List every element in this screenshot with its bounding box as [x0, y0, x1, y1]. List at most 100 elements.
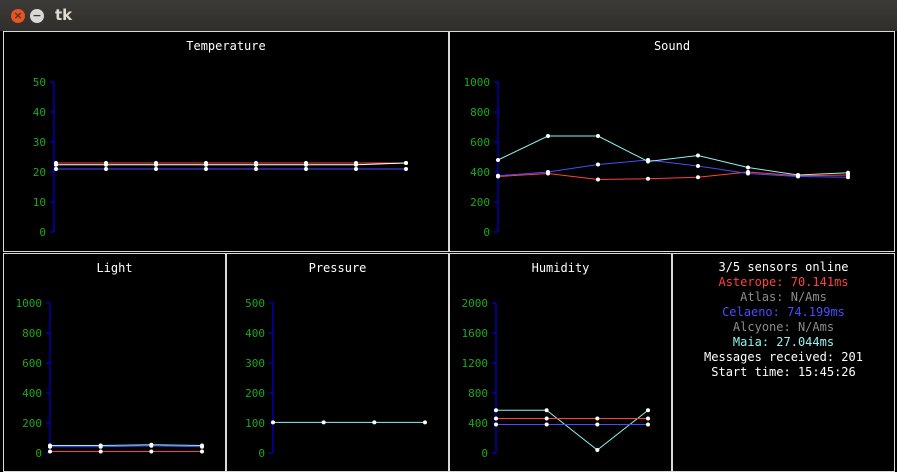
y-tick-label: 0 — [39, 226, 46, 239]
data-point — [104, 167, 108, 171]
data-point — [846, 170, 850, 175]
y-tick-label: 400 — [245, 327, 265, 340]
chart-title: Pressure — [309, 261, 367, 275]
window-titlebar: × − tk — [0, 0, 897, 31]
data-point — [321, 420, 326, 425]
data-point — [596, 134, 600, 138]
series-line-asterope — [497, 171, 849, 181]
data-point — [746, 165, 750, 170]
data-point — [54, 162, 58, 167]
y-tick-label: 500 — [245, 297, 265, 310]
sensor-status-line: Atlas: N/Ams — [740, 290, 827, 304]
y-tick-label: 1000 — [464, 76, 491, 89]
sound-chart: Sound 0 200 400 600 800 1000 — [449, 31, 895, 252]
data-point — [404, 167, 408, 171]
y-tick-label: 1600 — [462, 327, 489, 340]
data-point — [546, 134, 550, 138]
data-point — [104, 162, 108, 167]
sensor-status-line: Asterope: 70.141ms — [718, 275, 849, 289]
data-point — [646, 408, 650, 413]
y-tick-label: 0 — [258, 447, 265, 460]
chart-canvas: Humidity 0 400 800 1200 1600 2000 — [462, 261, 650, 460]
y-tick-label: 800 — [22, 327, 42, 340]
data-point — [796, 173, 800, 177]
data-point — [496, 173, 500, 178]
data-point — [595, 422, 600, 427]
y-tick-label: 200 — [470, 196, 490, 209]
data-point — [494, 416, 498, 421]
data-point — [423, 420, 427, 425]
chart-canvas: Light 0 200 400 600 800 1000 — [16, 261, 204, 460]
series-line-maia — [497, 135, 849, 176]
y-tick-label: 600 — [22, 357, 42, 370]
data-point — [200, 444, 204, 449]
y-tick-label: 1200 — [462, 357, 489, 370]
y-tick-label: 800 — [470, 106, 490, 119]
y-tick-label: 0 — [483, 226, 490, 239]
data-point — [496, 158, 500, 162]
y-tick-label: 50 — [33, 76, 46, 89]
data-point — [646, 159, 650, 164]
data-point — [149, 449, 154, 454]
sensor-list: Asterope: 70.141ms Atlas: N/Ams Celaeno: 7… — [673, 275, 894, 350]
y-tick-label: 400 — [468, 417, 488, 430]
data-point — [544, 416, 549, 421]
data-point — [200, 449, 204, 454]
y-tick-label: 200 — [245, 387, 265, 400]
series-line-maia — [496, 409, 649, 451]
y-tick-label: 10 — [33, 196, 46, 209]
humidity-chart: Humidity 0 400 800 1200 1600 2000 — [449, 253, 672, 472]
sensor-status-panel: 3/5 sensors online Asterope: 70.141ms Atl… — [672, 253, 895, 472]
data-point — [696, 164, 700, 168]
data-point — [204, 167, 208, 171]
data-point — [646, 176, 650, 181]
chart-canvas: Sound 0 200 400 600 800 1000 — [464, 39, 850, 239]
data-point — [354, 162, 358, 167]
data-point — [48, 444, 52, 449]
data-point — [149, 443, 154, 448]
data-point — [154, 167, 158, 171]
data-point — [595, 448, 600, 452]
chart-canvas: Pressure 0 100 200 300 400 500 — [245, 261, 427, 460]
data-point — [372, 420, 377, 425]
y-tick-label: 0 — [481, 447, 488, 460]
chart-title: Temperature — [186, 39, 265, 53]
data-point — [54, 167, 58, 171]
data-point — [846, 175, 850, 180]
y-tick-label: 0 — [35, 447, 42, 460]
pressure-chart: Pressure 0 100 200 300 400 500 — [226, 253, 449, 472]
data-point — [696, 153, 700, 158]
y-tick-label: 2000 — [462, 297, 489, 310]
y-tick-label: 300 — [245, 357, 265, 370]
series-line-maia — [50, 444, 203, 446]
data-point — [304, 162, 308, 167]
data-point — [254, 162, 258, 167]
messages-received: Messages received: 201 — [704, 350, 863, 364]
data-point — [254, 167, 258, 171]
data-point — [546, 170, 550, 174]
close-button[interactable]: × — [11, 9, 25, 23]
y-tick-label: 400 — [470, 166, 490, 179]
data-point — [98, 449, 103, 454]
data-point — [204, 162, 208, 167]
data-point — [696, 175, 700, 180]
chart-title: Sound — [654, 39, 690, 53]
data-point — [596, 177, 600, 182]
sensor-status-line: Alcyone: N/Ams — [732, 320, 835, 334]
data-point — [304, 167, 308, 171]
chart-title: Humidity — [532, 261, 590, 275]
y-tick-label: 1000 — [16, 297, 43, 310]
y-tick-label: 800 — [468, 387, 488, 400]
data-point — [98, 444, 103, 449]
data-point — [646, 422, 650, 427]
y-tick-label: 100 — [245, 417, 265, 430]
sensor-status-line: Celaeno: 74.199ms — [722, 305, 845, 319]
data-point — [544, 408, 549, 413]
temperature-chart: Temperature 0 10 20 30 40 50 — [3, 31, 449, 252]
light-chart: Light 0 200 400 600 800 1000 — [3, 253, 226, 472]
minimize-button[interactable]: − — [30, 9, 44, 23]
y-tick-label: 600 — [470, 136, 490, 149]
data-point — [544, 422, 549, 427]
y-tick-label: 200 — [22, 417, 42, 430]
y-tick-label: 40 — [33, 106, 46, 119]
